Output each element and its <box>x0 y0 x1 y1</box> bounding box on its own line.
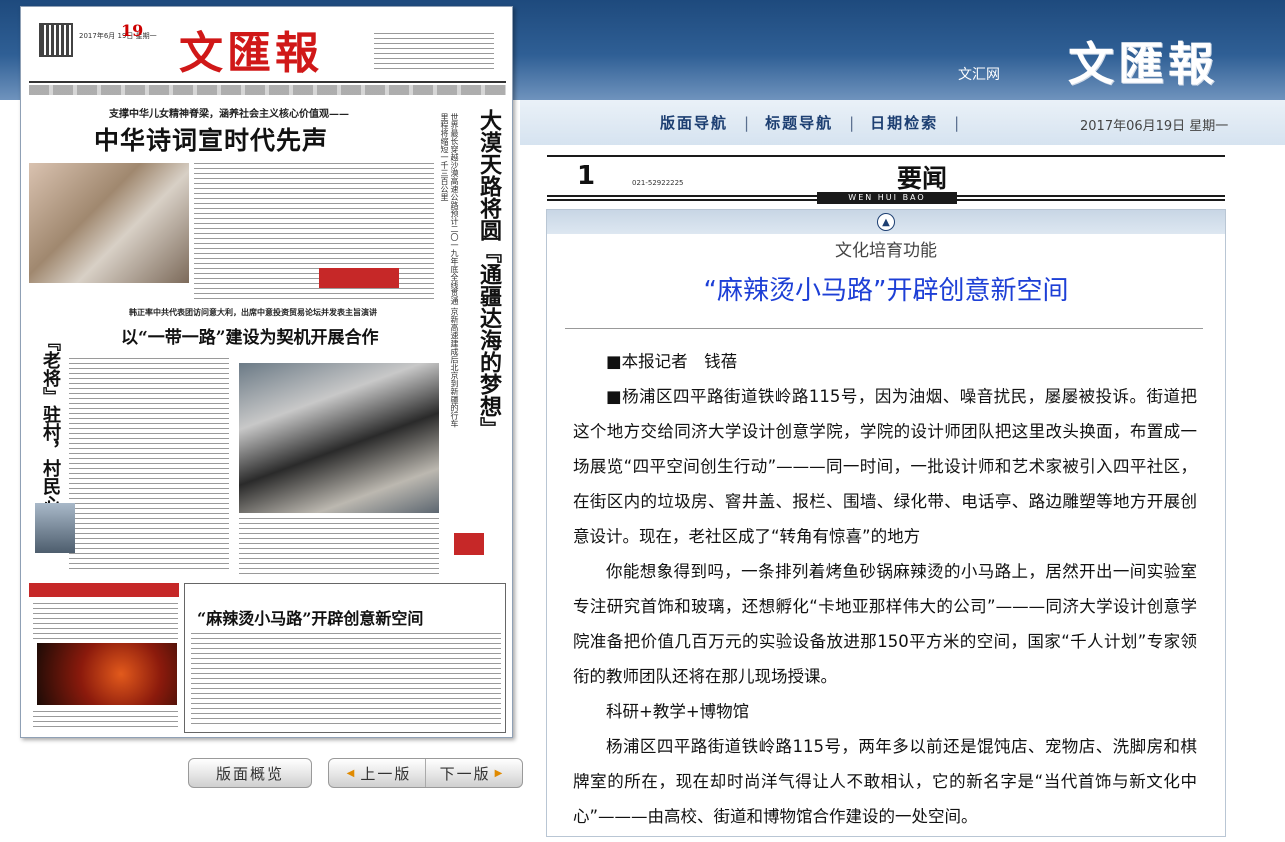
site-name[interactable]: 文汇网 <box>958 64 1000 84</box>
prev-page-button[interactable]: ◀ 上一版 <box>329 759 425 787</box>
collapse-bar: ▲ <box>547 210 1225 234</box>
preview-poster <box>37 643 177 705</box>
preview-headline-1[interactable]: 中华诗词宣时代先声 <box>94 121 328 157</box>
preview-headline-2[interactable]: 以“一带一路”建设为契机开展合作 <box>121 323 379 348</box>
preview-photo-2 <box>239 363 439 513</box>
page-band-label: WEN HUI BAO <box>817 192 957 204</box>
preview-issue: 19 <box>121 21 144 40</box>
page-preview-inner: 2017年6月 19日 星期一 19 文匯報 支撑中华儿女精神脊梁，涵养社会主义… <box>29 13 506 733</box>
headline-divider <box>565 328 1203 329</box>
article-paragraph: 杨浦区四平路街道铁岭路115号，两年多以前还是馄饨店、宠物店、洗脚房和棋牌室的所… <box>573 737 1197 826</box>
top-nav: 版面导航 | 标题导航 | 日期检索 | <box>660 112 975 133</box>
nav-separator: | <box>954 113 960 132</box>
article-panel: ▲ 文化培育功能 “麻辣烫小马路”开辟创意新空间 ■本报记者 钱蓓 ■杨浦区四平… <box>546 209 1226 837</box>
triangle-right-icon: ▶ <box>494 767 505 779</box>
preview-strip <box>29 85 506 95</box>
preview-date: 2017年6月 19日 星期一 <box>79 32 157 40</box>
preview-vertical-headline[interactable]: 大漠天路将圆『通疆达海的梦想』 <box>461 109 502 439</box>
triangle-left-icon: ◀ <box>346 767 357 779</box>
article-kicker: 文化培育功能 <box>835 241 937 261</box>
preview-text-block <box>239 518 439 578</box>
preview-red-seal <box>454 533 484 555</box>
nav-titles[interactable]: 标题导航 <box>765 112 833 133</box>
preview-text-block <box>33 711 178 731</box>
preview-subhead-2: 韩正率中共代表团访问意大利，出席中意投资贸易论坛并发表主旨演讲 <box>129 308 377 317</box>
page-heading: 1 021-52922225 要闻 WEN HUI BAO <box>547 155 1225 204</box>
nav-separator: | <box>744 113 750 132</box>
preview-masthead-text <box>374 33 494 73</box>
preview-text-block <box>69 358 229 573</box>
article-section-heading: 科研+教学+博物馆 <box>606 702 750 721</box>
preview-headline-3[interactable]: “麻辣烫小马路”开辟创意新空间 <box>197 605 423 629</box>
page-phone: 021-52922225 <box>632 179 684 187</box>
next-page-button[interactable]: 下一版 ▶ <box>425 759 522 787</box>
preview-vertical-sub: 世界最长穿越沙漠高速公路预计二〇一九年底全线贯通 京新高速建成后北京到新疆的行车… <box>440 113 459 428</box>
page-number: 1 <box>577 161 596 191</box>
nav-separator: | <box>849 113 855 132</box>
nav-date-search[interactable]: 日期检索 <box>870 112 938 133</box>
preview-masthead: 2017年6月 19日 星期一 19 文匯報 <box>29 13 506 83</box>
article-byline: ■本报记者 钱蓓 <box>606 352 738 371</box>
preview-vertical-headline-2[interactable]: 『老将』驻村，村民心安 <box>35 333 61 531</box>
preview-red-label <box>319 268 399 288</box>
article-paragraph: ■杨浦区四平路街道铁岭路115号，因为油烟、噪音扰民，屡屡被投诉。街道把这个地方… <box>573 387 1197 546</box>
article-headline: “麻辣烫小马路”开辟创意新空间 <box>703 276 1069 306</box>
chevron-up-icon[interactable]: ▲ <box>877 213 895 231</box>
article-body: ■本报记者 钱蓓 ■杨浦区四平路街道铁岭路115号，因为油烟、噪音扰民，屡屡被投… <box>573 344 1197 834</box>
preview-red-banner <box>29 583 179 597</box>
preview-text-block <box>191 633 501 728</box>
page-preview[interactable]: 2017年6月 19日 星期一 19 文匯報 支撑中华儿女精神脊梁，涵养社会主义… <box>20 6 513 738</box>
preview-logo: 文匯報 <box>179 28 323 79</box>
article-paragraph: 你能想象得到吗，一条排列着烤鱼砂锅麻辣烫的小马路上，居然开出一间实验室专注研究首… <box>573 562 1197 686</box>
nav-layout[interactable]: 版面导航 <box>660 112 728 133</box>
preview-photo-3 <box>35 503 75 553</box>
preview-text-block <box>33 603 178 639</box>
overview-button[interactable]: 版面概览 <box>188 758 312 788</box>
prev-page-label: 上一版 <box>360 764 412 783</box>
page-pager: ◀ 上一版 下一版 ▶ <box>328 758 523 788</box>
page-title: 要闻 <box>897 164 948 193</box>
qr-code-icon <box>39 23 73 57</box>
site-logo[interactable]: 文匯報 <box>1068 28 1218 94</box>
preview-photo-1 <box>29 163 189 283</box>
next-page-label: 下一版 <box>439 764 491 783</box>
current-date: 2017年06月19日 星期一 <box>1080 119 1229 134</box>
preview-subhead-1: 支撑中华儿女精神脊梁，涵养社会主义核心价值观—— <box>109 109 349 120</box>
